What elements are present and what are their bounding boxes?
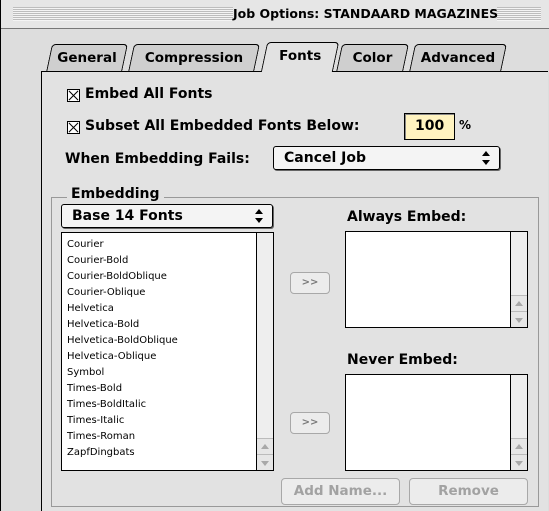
embedding-group-label: Embedding [67,186,164,202]
list-item[interactable]: Helvetica-BoldOblique [67,333,178,349]
scroll-up-arrow-icon[interactable] [257,438,273,454]
title-bar-stripes-right [497,7,541,21]
list-item[interactable]: Helvetica-Bold [67,317,178,333]
scroll-up-arrow-icon[interactable] [511,295,527,311]
tab-advanced[interactable]: Advanced [409,44,507,72]
scroll-down-arrow-icon[interactable] [257,454,273,470]
list-item[interactable]: Times-Roman [67,429,178,445]
scroll-up-arrow-icon[interactable] [511,438,527,454]
never-embed-label: Never Embed: [347,352,458,368]
embed-all-fonts-checkbox[interactable] [67,89,80,102]
list-item[interactable]: ZapfDingbats [67,445,178,461]
percent-unit: % [459,118,472,132]
list-item[interactable]: Courier-BoldOblique [67,269,178,285]
when-embedding-fails-label: When Embedding Fails: [65,151,250,167]
list-item[interactable]: Times-BoldItalic [67,397,178,413]
never-embed-scrollbar[interactable] [510,375,527,470]
available-fonts-scrollbar[interactable] [256,233,273,470]
available-fonts-list[interactable]: Courier Courier-Bold Courier-BoldOblique… [61,232,274,471]
font-list-items: Courier Courier-Bold Courier-BoldOblique… [67,237,178,461]
list-item[interactable]: Courier [67,237,178,253]
list-item[interactable]: Courier-Oblique [67,285,178,301]
tab-color[interactable]: Color [336,44,409,72]
popup-arrows-icon [482,151,491,165]
list-item[interactable]: Helvetica-Oblique [67,349,178,365]
remove-button[interactable]: Remove [409,478,528,505]
list-item[interactable]: Symbol [67,365,178,381]
subset-fonts-label: Subset All Embedded Fonts Below: [85,118,360,134]
tab-general[interactable]: General [46,44,128,72]
embed-all-fonts-label: Embed All Fonts [85,86,213,102]
list-item[interactable]: Courier-Bold [67,253,178,269]
add-to-never-embed-button[interactable]: >> [290,412,330,434]
always-embed-label: Always Embed: [347,209,467,225]
window-title: Job Options: STANDAARD MAGAZINES [233,4,498,24]
title-bar[interactable]: Job Options: STANDAARD MAGAZINES [1,0,549,29]
subset-fonts-checkbox[interactable] [67,121,80,134]
list-item[interactable]: Helvetica [67,301,178,317]
scroll-down-arrow-icon[interactable] [511,311,527,327]
tab-general-label: General [57,50,117,66]
when-embedding-fails-popup[interactable]: Cancel Job [273,146,500,170]
subset-threshold-field[interactable]: 100 [404,113,455,140]
always-embed-scrollbar[interactable] [510,232,527,327]
never-embed-list[interactable] [345,374,528,471]
list-item[interactable]: Times-Bold [67,381,178,397]
font-source-popup[interactable]: Base 14 Fonts [61,204,273,228]
add-name-button[interactable]: Add Name... [281,478,400,505]
when-embedding-fails-value: Cancel Job [284,150,367,166]
list-item[interactable]: Times-Italic [67,413,178,429]
title-bar-stripes-left [13,7,233,21]
popup-arrows-icon [255,209,264,223]
tab-color-label: Color [352,50,393,66]
scroll-down-arrow-icon[interactable] [511,454,527,470]
tab-fonts[interactable]: Fonts [260,42,340,72]
job-options-window: Job Options: STANDAARD MAGAZINES General… [0,0,549,511]
always-embed-list[interactable] [345,231,528,328]
font-source-value: Base 14 Fonts [72,208,183,224]
add-to-always-embed-button[interactable]: >> [290,272,330,294]
tab-compression[interactable]: Compression [128,44,260,72]
tab-compression-label: Compression [144,50,244,66]
tab-advanced-label: Advanced [420,50,496,66]
tab-fonts-label: Fonts [279,48,322,64]
